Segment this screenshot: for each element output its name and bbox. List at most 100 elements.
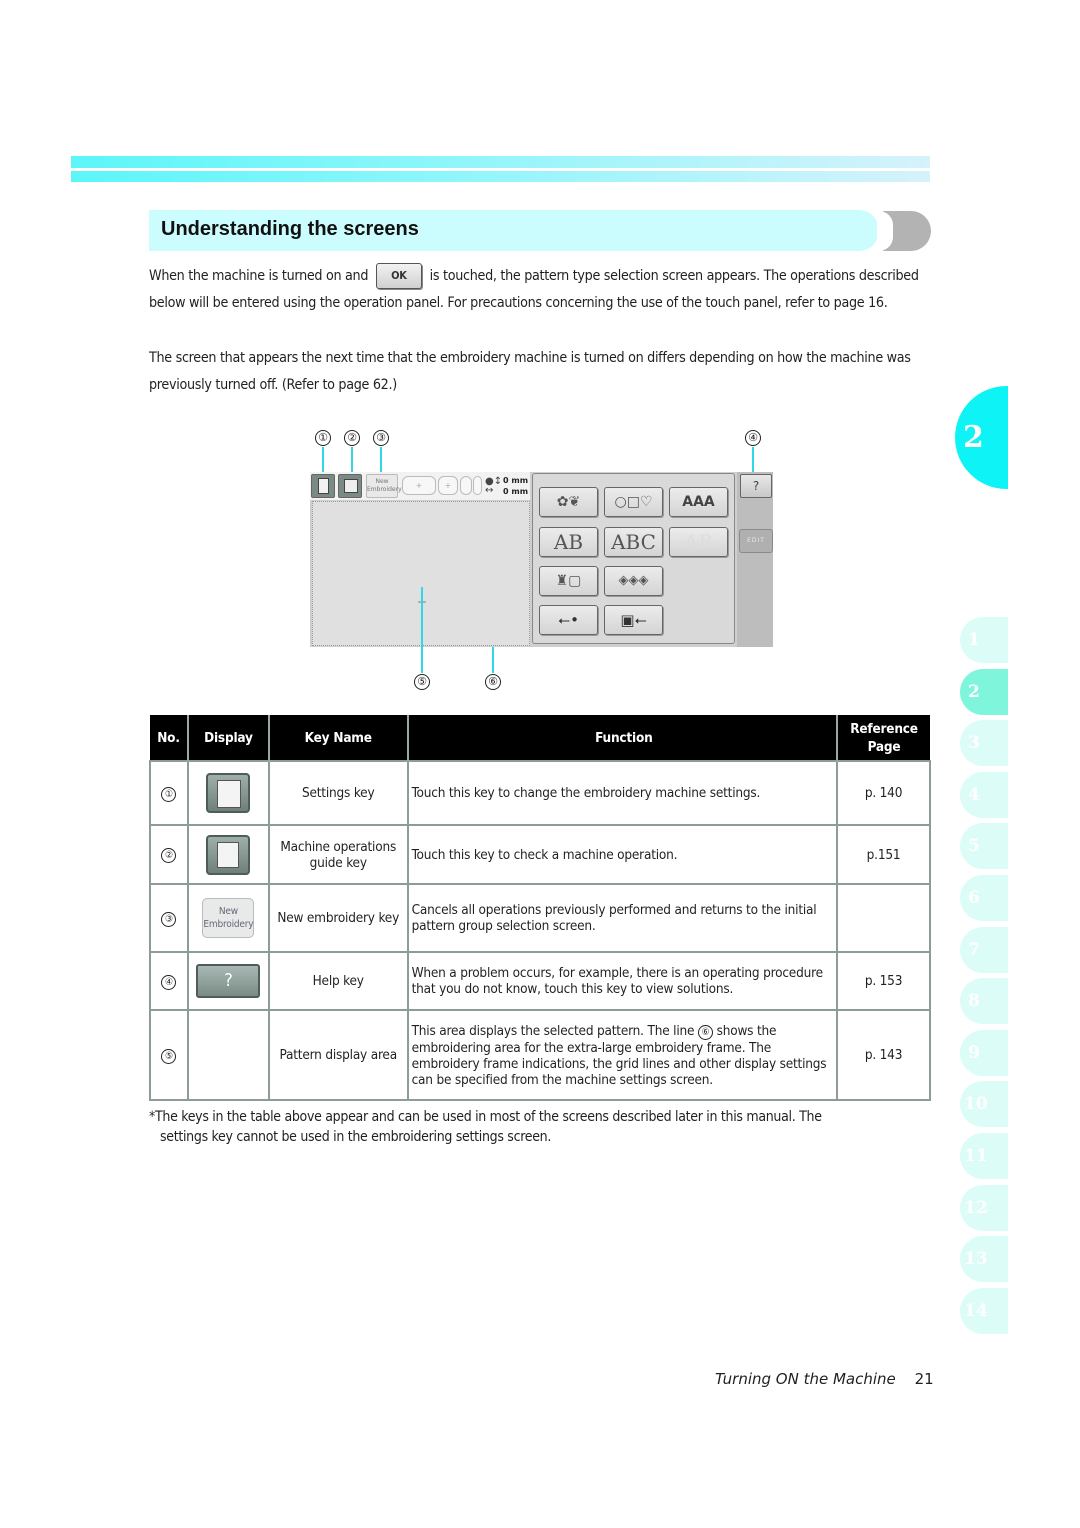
row-number: ③ [161,911,177,927]
row-number: ⑤ [161,1048,177,1064]
help-key[interactable]: ? [740,474,772,498]
new-embroidery-key-icon: New Embroidery [202,898,255,938]
row-number: ② [161,848,177,863]
width-readout: 0 mm [503,487,529,496]
chapter-tab-9[interactable]: 9 [960,1029,1008,1076]
floral-alphabet-icon: ABC [611,530,656,554]
chapter-tab-6[interactable]: 6 [960,875,1008,921]
intro-text-before: When the machine is turned on and [149,268,369,284]
header-function: Function [406,715,838,761]
category-applique-button[interactable]: AB [669,527,728,557]
new-embroidery-label-1: New [375,478,389,485]
settings-key-icon [206,773,251,813]
new-embroidery-key[interactable]: New Embroidery [366,474,402,498]
header-reference-page: Reference Page [836,715,930,761]
header-stripe-bottom [71,171,930,182]
height-readout: 0 mm [503,476,529,485]
frame-indicator-medium: + [438,476,458,495]
chapter-tab-2[interactable]: 2 [960,668,1008,715]
table-header-row: No. Display Key Name Function Reference … [150,715,930,761]
intro-paragraph-2: The screen that appears the next time th… [149,350,911,393]
callout-ref-6: ⑥ [697,1024,713,1040]
table-row: ① Settings key Touch this key to change … [149,760,931,826]
help-icon: ? [752,479,760,493]
chapter-tab-12[interactable]: 12 [960,1184,1008,1231]
screen-top-bar: New Embroidery + + ●↕ ↔ 0 mm 0 mm [310,472,530,500]
reference-page: p. 153 [836,951,931,1011]
table-row: ④ ? Help key When a problem occurs, for … [149,951,931,1011]
alphabet-font-icon: AAA [682,494,715,510]
screen-side-panel: ? EDIT [737,472,773,647]
reference-page: p.151 [836,824,931,885]
footnote-line-2: settings key cannot be used in the embro… [160,1129,552,1145]
category-computer-usb-button[interactable]: ▣⭠ [604,605,663,635]
category-decorative-alphabet-button[interactable]: AB [539,527,598,557]
table-row: ⑤ Pattern display area This area display… [149,1009,931,1101]
key-function: When a problem occurs, for example, ther… [406,951,839,1011]
key-function: Touch this key to change the embroidery … [406,760,839,826]
chapter-tab-8[interactable]: 8 [960,978,1008,1025]
help-key-icon: ? [196,964,261,998]
table-row: ② Machine operations guide key Touch thi… [149,824,931,885]
edit-key[interactable]: EDIT [739,529,773,553]
header-stripe-top [71,156,930,168]
intro-paragraph-1: When the machine is turned on and OK is … [149,263,939,317]
chapter-tab-14[interactable]: 14 [960,1287,1008,1334]
header-key-name: Key Name [267,715,408,761]
category-floral-alphabet-button[interactable]: ABC [604,527,663,557]
settings-key[interactable] [311,474,335,498]
page-footer: Turning ON the Machine 21 [715,1370,934,1388]
frame-indicator-small [460,476,472,495]
footnote-line-1: *The keys in the table above appear and … [149,1109,822,1125]
leader-line-6 [492,647,494,673]
chapter-tab-11[interactable]: 11 [960,1133,1008,1179]
section-heading-cap [877,211,931,251]
current-chapter-marker: 2 [955,386,1008,489]
key-function: Touch this key to check a machine operat… [406,824,839,885]
key-name: Help key [267,951,409,1011]
key-name: Pattern display area [267,1009,409,1101]
chapter-tab-10[interactable]: 10 [960,1081,1008,1128]
callout-4: ④ [745,430,761,446]
chapter-tab-13[interactable]: 13 [960,1236,1008,1283]
key-function: This area displays the selected pattern.… [406,1009,839,1101]
decorative-alphabet-icon: AB [553,530,584,554]
header-no: No. [150,715,188,761]
leader-line-5 [421,587,423,673]
category-frame-shapes-button[interactable]: ○□♡ [604,487,663,517]
new-embroidery-label-2: Embroidery [367,486,402,493]
machine-guide-key[interactable] [338,474,362,498]
chapter-tab-1[interactable]: 1 [960,617,1008,663]
reference-page [836,883,931,953]
category-bird-flower-button[interactable]: ✿❦ [539,487,598,517]
chapter-tab-7[interactable]: 7 [960,926,1008,973]
callout-3: ③ [373,430,389,446]
callout-2: ② [344,430,360,446]
table-row: ③ New Embroidery New embroidery key Canc… [149,883,931,953]
machine-pocket-icon: ♜▢ [555,573,582,589]
computer-usb-icon: ▣⭠ [620,611,647,629]
key-name: New embroidery key [267,883,409,953]
row-number: ① [161,786,177,802]
key-name: Machine operations guide key [267,824,409,885]
key-name: Settings key [267,760,409,826]
chapter-tab-3[interactable]: 3 [960,720,1008,767]
category-panel: ✿❦ ○□♡ AAA AB ABC AB ♜▢ ◈◈◈ ⭠• ▣⭠ [532,473,735,644]
settings-icon [318,478,329,494]
category-usb-button[interactable]: ⭠• [539,605,598,635]
applique-alphabet-icon: AB [683,530,714,554]
callout-6: ⑥ [485,674,501,690]
bird-flower-icon: ✿❦ [556,494,581,510]
ok-key-icon: OK [375,263,422,289]
usb-icon: ⭠• [558,611,579,629]
machine-screen-mockup: New Embroidery + + ●↕↔ 0 mm 0 mm + ✿❦ ○□… [310,472,773,647]
category-alphabet-button[interactable]: AAA [669,487,728,517]
frame-indicator-xsmall [473,476,482,495]
category-machine-pocket-button[interactable]: ♜▢ [539,566,598,596]
chapter-tab-5[interactable]: 5 [960,823,1008,870]
memory-cards-icon: ◈◈◈ [618,573,649,588]
reference-page: p. 140 [836,760,931,826]
chapter-tab-4[interactable]: 4 [960,771,1008,818]
page-number: 21 [914,1370,934,1388]
category-memory-card-button[interactable]: ◈◈◈ [604,566,663,596]
